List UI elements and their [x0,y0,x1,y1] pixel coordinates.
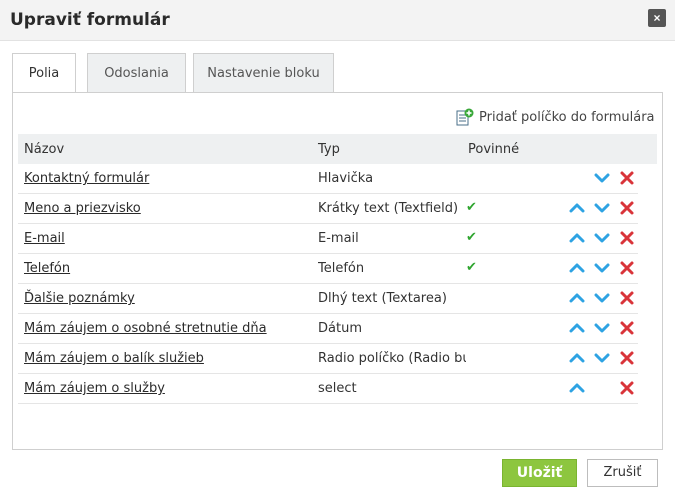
field-type: Dátum [318,321,362,336]
move-down-icon[interactable] [594,201,610,215]
move-down-icon[interactable] [594,231,610,245]
table-row: Ďalšie poznámky Dlhý text (Textarea) [18,284,638,314]
column-header-name: Názov [24,142,65,157]
move-down-icon[interactable] [594,261,610,275]
field-type: Radio políčko (Radio but [318,351,466,366]
move-up-icon[interactable] [569,261,585,275]
field-type: Krátky text (Textfield) [318,201,459,216]
table-row: Telefón Telefón ✔ [18,254,638,284]
field-type: E-mail [318,231,359,246]
column-header-type: Typ [318,142,340,157]
delete-icon[interactable] [619,230,635,246]
add-field-label: Pridať políčko do formulára [479,109,655,125]
table-row: E-mail E-mail ✔ [18,224,638,254]
delete-icon[interactable] [619,320,635,336]
move-down-icon[interactable] [594,171,610,185]
move-down-icon[interactable] [594,291,610,305]
required-check-icon: ✔ [466,230,477,245]
column-header-required: Povinné [468,142,520,157]
table-row: Mám záujem o balík služieb Radio políčko … [18,344,638,374]
move-up-icon[interactable] [569,321,585,335]
delete-icon[interactable] [619,200,635,216]
table-row: Kontaktný formulár Hlavička [18,164,638,194]
field-type: Telefón [318,261,365,276]
move-down-icon[interactable] [594,351,610,365]
move-up-icon[interactable] [569,381,585,395]
field-type: Hlavička [318,171,374,186]
move-up-icon[interactable] [569,291,585,305]
add-field-link[interactable]: Pridať políčko do formulára [456,108,655,126]
close-button[interactable]: × [648,9,666,27]
field-type: select [318,381,357,396]
dialog-titlebar: Upraviť formulár × [0,0,675,41]
delete-icon[interactable] [619,350,635,366]
add-document-icon [456,108,474,126]
delete-icon[interactable] [619,380,635,396]
move-up-icon[interactable] [569,201,585,215]
save-button[interactable]: Uložiť [502,459,577,487]
move-down-icon[interactable] [594,321,610,335]
tab-odoslania[interactable]: Odoslania [87,53,186,93]
tab-polia[interactable]: Polia [12,53,76,94]
field-name-link[interactable]: Kontaktný formulár [24,171,149,186]
required-check-icon: ✔ [466,260,477,275]
delete-icon[interactable] [619,290,635,306]
field-type: Dlhý text (Textarea) [318,291,447,306]
dialog-title: Upraviť formulár [10,10,170,30]
required-check-icon: ✔ [466,200,477,215]
field-name-link[interactable]: Ďalšie poznámky [24,291,135,306]
table-row: Mám záujem o služby select [18,374,638,404]
table-header: Názov Typ Povinné [18,134,657,164]
delete-icon[interactable] [619,260,635,276]
cancel-button[interactable]: Zrušiť [587,459,658,487]
field-name-link[interactable]: Meno a priezvisko [24,201,141,216]
table-row: Meno a priezvisko Krátky text (Textfield)… [18,194,638,224]
move-up-icon[interactable] [569,231,585,245]
field-name-link[interactable]: Telefón [24,261,70,276]
tab-nastavenie-bloku[interactable]: Nastavenie bloku [193,53,334,93]
table-row: Mám záujem o osobné stretnutie dňa Dátum [18,314,638,344]
field-name-link[interactable]: Mám záujem o služby [24,381,165,396]
field-name-link[interactable]: Mám záujem o osobné stretnutie dňa [24,321,267,336]
field-name-link[interactable]: Mám záujem o balík služieb [24,351,204,366]
field-name-link[interactable]: E-mail [24,231,65,246]
delete-icon[interactable] [619,170,635,186]
move-up-icon[interactable] [569,351,585,365]
